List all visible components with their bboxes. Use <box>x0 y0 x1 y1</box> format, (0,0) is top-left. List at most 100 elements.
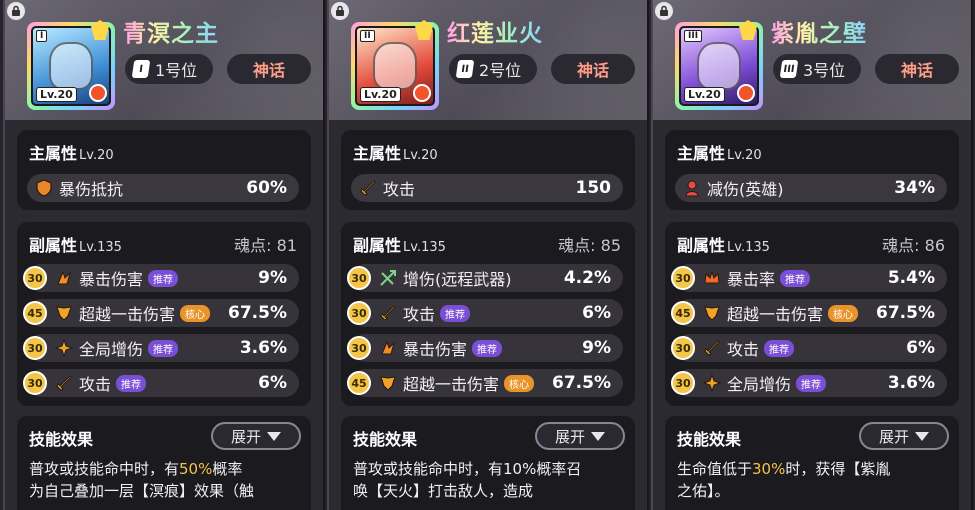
sub-stat-value: 3.6% <box>239 338 287 358</box>
sub-attribute-box: 副属性 Lv.135 魂点: 85 30 增伤(远程武器) 4.2% 30 攻击 … <box>341 222 635 406</box>
lock-icon[interactable] <box>655 2 673 20</box>
fire-element-icon <box>89 84 107 102</box>
main-stat-name: 攻击 <box>383 180 416 199</box>
sub-stat-row: 30 全局增伤 推荐 3.6% <box>671 369 947 397</box>
equipment-panel-1: I Lv.20 青溟之主 I 1号位 神话 主属性 Lv.20 暴伤抵抗 60% … <box>3 0 325 510</box>
soul-points-value: 86 <box>924 236 945 255</box>
fire-element-icon <box>737 84 755 102</box>
lock-icon[interactable] <box>7 2 25 20</box>
skill-text-part: 生命值低于 <box>677 460 753 478</box>
sub-stat-name: 攻击 <box>727 340 760 359</box>
main-stat-value: 34% <box>894 178 935 198</box>
expand-label: 展开 <box>554 427 585 446</box>
sub-stat-name: 暴击伤害 <box>403 340 468 359</box>
stat-level-badge: 30 <box>671 371 695 395</box>
sub-stat-value: 67.5% <box>876 303 935 323</box>
expand-button[interactable]: 展开 <box>859 422 949 450</box>
soul-points-value: 81 <box>276 236 297 255</box>
triangle-down-icon <box>915 431 929 441</box>
position-roman-numeral: I <box>131 60 151 78</box>
triangle-down-icon <box>591 431 605 441</box>
crossbow-icon <box>380 270 396 286</box>
equipment-card[interactable]: II Lv.20 <box>351 20 439 110</box>
sub-attribute-box: 副属性 Lv.135 魂点: 86 30 暴击率 推荐 5.4% 45 超越一击伤… <box>665 222 959 406</box>
stat-level-badge: 45 <box>23 301 47 325</box>
sub-stat-name: 超越一击伤害 <box>403 375 500 394</box>
main-stat-row: 暴伤抵抗 60% <box>27 174 299 202</box>
sub-stat-value: 9% <box>582 338 611 358</box>
main-attribute-level: Lv.20 <box>727 148 762 163</box>
sub-stat-value: 6% <box>582 303 611 323</box>
sword-icon <box>380 305 396 321</box>
position-pill: I 1号位 <box>125 54 213 84</box>
card-figure <box>49 42 93 90</box>
skill-effect-title: 技能效果 <box>353 430 418 449</box>
core-tag: 核心 <box>828 304 859 322</box>
sub-stat-row: 30 全局增伤 推荐 3.6% <box>23 334 299 362</box>
card-figure <box>697 42 741 90</box>
core-tag: 核心 <box>504 374 535 392</box>
skill-effect-box: 技能效果 展开 普攻或技能命中时，有50%概率 为自己叠加一层【溟痕】效果（触 <box>17 416 311 510</box>
card-roman-numeral: I <box>36 30 48 42</box>
recommend-tag: 推荐 <box>116 374 147 392</box>
sub-attribute-title: 副属性 Lv.135 <box>353 232 446 256</box>
wing-icon <box>704 306 720 321</box>
position-pill: II 2号位 <box>449 54 537 84</box>
main-attribute-box: 主属性 Lv.20 攻击 150 <box>341 130 635 210</box>
position-text: 2号位 <box>479 61 522 80</box>
equipment-card[interactable]: III Lv.20 <box>675 20 763 110</box>
sub-stat-row: 45 超越一击伤害 核心 67.5% <box>671 299 947 327</box>
main-attribute-box: 主属性 Lv.20 暴伤抵抗 60% <box>17 130 311 210</box>
sub-attribute-label: 副属性 <box>353 236 402 255</box>
stat-level-badge: 30 <box>23 336 47 360</box>
main-attribute-title: 主属性 Lv.20 <box>677 140 762 164</box>
card-roman-numeral: II <box>360 30 375 42</box>
sub-attribute-level: Lv.135 <box>79 240 122 255</box>
position-roman-numeral: III <box>779 60 799 78</box>
main-stat-row: 减伤(英雄) 34% <box>675 174 947 202</box>
skill-highlight: 30% <box>752 460 786 478</box>
sub-attribute-level: Lv.135 <box>727 240 770 255</box>
sub-stat-row: 30 攻击 推荐 6% <box>23 369 299 397</box>
hero-icon <box>685 180 699 197</box>
lock-icon[interactable] <box>331 2 349 20</box>
skill-highlight: 50% <box>179 460 213 478</box>
wing-icon <box>380 376 396 391</box>
sub-attribute-box: 副属性 Lv.135 魂点: 81 30 暴击伤害 推荐 9% 45 超越一击伤害… <box>17 222 311 406</box>
expand-button[interactable]: 展开 <box>535 422 625 450</box>
stat-level-badge: 30 <box>23 371 47 395</box>
card-level: Lv.20 <box>360 87 401 102</box>
sub-stat-row: 30 增伤(远程武器) 4.2% <box>347 264 623 292</box>
sub-stat-name: 超越一击伤害 <box>727 305 824 324</box>
stat-level-badge: 45 <box>347 371 371 395</box>
skill-description: 普攻或技能命中时，有50%概率 为自己叠加一层【溟痕】效果（触 <box>29 458 297 502</box>
sub-stat-value: 9% <box>258 268 287 288</box>
recommend-tag: 推荐 <box>764 339 795 357</box>
recommend-tag: 推荐 <box>796 374 827 392</box>
sub-stat-row: 30 攻击 推荐 6% <box>671 334 947 362</box>
equipment-card[interactable]: I Lv.20 <box>27 20 115 110</box>
sub-attribute-label: 副属性 <box>29 236 78 255</box>
skill-effect-title: 技能效果 <box>677 430 742 449</box>
sub-stat-value: 6% <box>258 373 287 393</box>
sword-icon <box>704 340 720 356</box>
card-level: Lv.20 <box>36 87 77 102</box>
equipment-name: 紫胤之壁 <box>771 14 867 48</box>
sub-stat-row: 45 超越一击伤害 核心 67.5% <box>347 369 623 397</box>
position-text: 1号位 <box>155 61 198 80</box>
soul-points-label: 魂点: <box>558 236 596 255</box>
sub-stat-name: 暴击伤害 <box>79 270 144 289</box>
sub-stat-name: 暴击率 <box>727 270 776 289</box>
burst-icon <box>55 339 73 357</box>
skill-description: 生命值低于30%时，获得【紫胤 之佑】。 <box>677 458 945 502</box>
skill-text-part: 概率 <box>212 460 243 478</box>
main-attribute-box: 主属性 Lv.20 减伤(英雄) 34% <box>665 130 959 210</box>
core-tag: 核心 <box>180 304 211 322</box>
card-level: Lv.20 <box>684 87 725 102</box>
sub-attribute-level: Lv.135 <box>403 240 446 255</box>
stat-level-badge: 30 <box>671 266 695 290</box>
soul-points: 魂点: 85 <box>558 232 621 256</box>
soul-points-label: 魂点: <box>882 236 920 255</box>
expand-button[interactable]: 展开 <box>211 422 301 450</box>
main-stat-value: 150 <box>575 178 612 198</box>
